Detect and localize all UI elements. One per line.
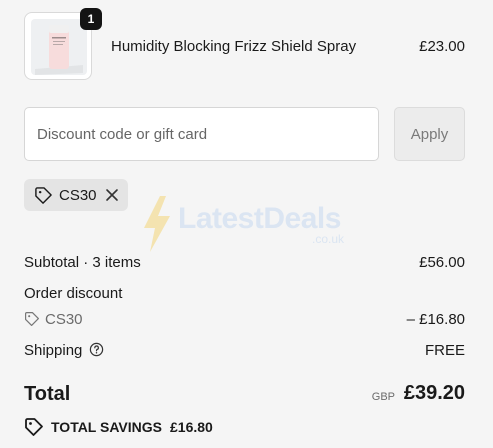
total-label: Total <box>24 383 71 405</box>
applied-discount-chip: CS30 <box>24 179 128 211</box>
tag-icon <box>24 311 40 332</box>
product-price: £23.00 <box>419 38 465 55</box>
cart-line-item: 1 Humidity Blocking Frizz Shield Spray £… <box>24 8 465 82</box>
quantity-badge: 1 <box>80 8 102 30</box>
tag-icon <box>24 417 44 442</box>
help-icon[interactable] <box>89 342 104 362</box>
total-value: £39.20 <box>403 382 465 404</box>
lightning-bolt-icon <box>142 196 172 257</box>
order-discount-value: – £16.80 <box>406 311 465 328</box>
applied-code-label: CS30 <box>59 187 97 204</box>
shipping-label: Shipping <box>24 342 83 359</box>
discount-code-input[interactable] <box>24 107 379 161</box>
watermark-subtext: .co.uk <box>312 232 345 246</box>
tag-icon <box>34 186 53 210</box>
total-savings-value: £16.80 <box>170 419 213 435</box>
latestdeals-watermark: LatestDeals .co.uk <box>142 196 357 252</box>
subtotal-value: £56.00 <box>419 254 465 271</box>
order-discount-label: Order discount <box>24 285 123 302</box>
subtotal-label: Subtotal · 3 items <box>24 254 141 271</box>
apply-button[interactable]: Apply <box>394 107 465 161</box>
currency-code: GBP <box>371 391 395 403</box>
order-discount-code: CS30 <box>45 311 83 328</box>
shipping-value: FREE <box>424 342 465 359</box>
product-thumbnail: 1 <box>24 8 102 80</box>
close-icon[interactable] <box>104 187 120 203</box>
watermark-text: LatestDeals <box>178 202 341 235</box>
product-name: Humidity Blocking Frizz Shield Spray <box>111 38 357 55</box>
total-savings-label: TOTAL SAVINGS <box>51 419 162 435</box>
